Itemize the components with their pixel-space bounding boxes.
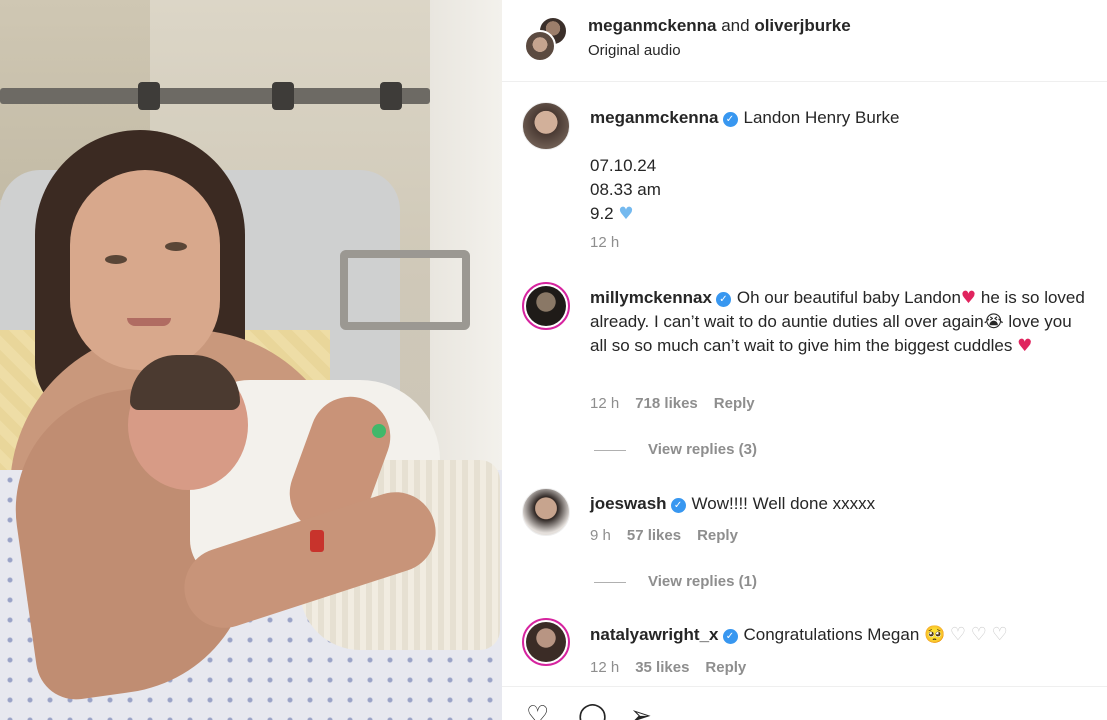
- comment-username[interactable]: joeswash: [590, 494, 667, 513]
- avatar[interactable]: [522, 618, 570, 666]
- crying-face-icon: 😭: [983, 312, 1004, 332]
- heart-icon: ♥: [960, 288, 977, 308]
- comment-username[interactable]: meganmckenna: [590, 108, 719, 127]
- view-replies-label: View replies (1): [648, 573, 757, 590]
- avatar[interactable]: [522, 488, 570, 536]
- photo-wall-rail: [0, 88, 430, 104]
- collab-avatars[interactable]: [524, 16, 570, 62]
- photo-cannula: [372, 424, 386, 438]
- comment-icon[interactable]: ◯: [578, 701, 607, 720]
- comment-text: natalyawright_x ✓ Congratulations Megan 🥺 …: [590, 623, 1090, 647]
- photo-bed-rail: [340, 250, 470, 330]
- verified-badge-icon: ✓: [670, 498, 686, 513]
- comment-likes[interactable]: 35 likes: [635, 659, 689, 676]
- photo-face: [70, 170, 220, 370]
- verified-badge-icon: ✓: [722, 112, 738, 127]
- comment-time: 12 h: [590, 659, 620, 676]
- comment-text: joeswash ✓ Wow!!!! Well done xxxxx: [590, 492, 1090, 516]
- heart-icon: ♥: [1017, 336, 1033, 356]
- comment-time: 12 h: [590, 395, 620, 412]
- photo-eye: [165, 242, 187, 251]
- caption-line: 08.33 am: [590, 180, 661, 199]
- action-bar: ♡ ◯ ➢: [502, 686, 1107, 720]
- author-link[interactable]: oliverjburke: [754, 16, 850, 35]
- post-author-names: meganmckenna and oliverjburke: [588, 16, 851, 36]
- comment-likes[interactable]: 718 likes: [635, 395, 698, 412]
- caption-line: 07.10.24: [590, 156, 657, 175]
- comment-meta: 12 h 718 likes Reply: [590, 395, 771, 412]
- blue-heart-icon: ♥: [618, 204, 634, 224]
- comment-time: 9 h: [590, 527, 611, 544]
- heart-icon[interactable]: ♡: [526, 701, 549, 720]
- author-link[interactable]: meganmckenna: [588, 16, 717, 35]
- comment-likes[interactable]: 57 likes: [627, 527, 681, 544]
- audio-link[interactable]: Original audio: [588, 42, 681, 59]
- comment-meta: 12 h: [590, 234, 635, 251]
- white-heart-icon: ♡: [949, 624, 967, 645]
- verified-badge-icon: ✓: [722, 629, 738, 644]
- comment-text: millymckennax ✓ Oh our beautiful baby Land…: [590, 286, 1090, 358]
- avatar[interactable]: [522, 102, 570, 150]
- reply-button[interactable]: Reply: [705, 659, 746, 676]
- white-heart-icon: ♡: [970, 624, 987, 645]
- post-header: meganmckenna and oliverjburke Original a…: [502, 0, 1107, 82]
- photo-rail-knob: [138, 82, 160, 110]
- comment-body: Oh our beautiful baby Landon: [736, 288, 961, 307]
- comment-meta: 9 h 57 likes Reply: [590, 527, 754, 544]
- comment-body: Congratulations Megan: [743, 625, 920, 644]
- view-replies-button[interactable]: View replies (3): [594, 441, 757, 458]
- reply-button[interactable]: Reply: [697, 527, 738, 544]
- comment-time: 12 h: [590, 234, 620, 251]
- verified-badge-icon: ✓: [715, 292, 731, 307]
- pleading-face-icon: 🥺: [924, 625, 946, 645]
- caption-weight: 9.2: [590, 204, 614, 223]
- share-icon[interactable]: ➢: [630, 701, 652, 720]
- author-joiner: and: [716, 16, 755, 35]
- avatar[interactable]: [524, 30, 556, 62]
- comment-meta: 12 h 35 likes Reply: [590, 659, 762, 676]
- post-photo[interactable]: [0, 0, 502, 720]
- comments-panel: meganmckenna and oliverjburke Original a…: [502, 0, 1107, 720]
- photo-rail-knob: [380, 82, 402, 110]
- view-replies-label: View replies (3): [648, 441, 757, 458]
- reply-button[interactable]: Reply: [714, 395, 755, 412]
- replies-divider: [594, 581, 626, 583]
- avatar[interactable]: [522, 282, 570, 330]
- photo-eye: [105, 255, 127, 264]
- comment-username[interactable]: millymckennax: [590, 288, 712, 307]
- photo-mouth: [127, 318, 171, 326]
- photo-rail-knob: [272, 82, 294, 110]
- photo-hospital-tag: [310, 530, 324, 552]
- replies-divider: [594, 449, 626, 451]
- caption-title: Landon Henry Burke: [743, 108, 900, 127]
- view-replies-button[interactable]: View replies (1): [594, 573, 757, 590]
- white-heart-icon: ♡: [991, 624, 1008, 645]
- caption-text: meganmckenna ✓ Landon Henry Burke: [590, 106, 1090, 130]
- comment-body: Wow!!!! Well done xxxxx: [691, 494, 876, 513]
- caption-line: 9.2 ♥: [590, 202, 1090, 226]
- comment-username[interactable]: natalyawright_x: [590, 625, 719, 644]
